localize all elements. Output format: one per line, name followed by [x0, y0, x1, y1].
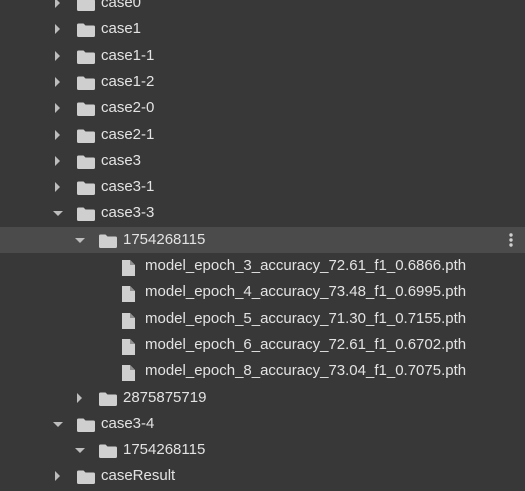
folder-icon — [76, 148, 96, 174]
file-label: model_epoch_4_accuracy_73.48_f1_0.6995.p… — [145, 283, 467, 301]
folder-row[interactable]: caseResult — [0, 463, 525, 489]
chevron-right-icon[interactable] — [50, 174, 66, 200]
folder-icon — [76, 95, 96, 121]
folder-label: 1754268115 — [123, 230, 206, 248]
chevron-right-icon[interactable] — [50, 69, 66, 95]
file-label: model_epoch_8_accuracy_73.04_f1_0.7075.p… — [145, 362, 467, 380]
chevron-right-icon[interactable] — [50, 16, 66, 42]
chevron-right-icon[interactable] — [50, 122, 66, 148]
folder-row[interactable]: case1-1 — [0, 43, 525, 69]
folder-icon — [76, 69, 96, 95]
folder-row[interactable]: case2-0 — [0, 95, 525, 121]
file-icon — [120, 358, 140, 384]
chevron-right-icon[interactable] — [50, 43, 66, 69]
file-row[interactable]: model_epoch_8_accuracy_73.04_f1_0.7075.p… — [0, 358, 525, 384]
file-row[interactable]: model_epoch_5_accuracy_71.30_f1_0.7155.p… — [0, 306, 525, 332]
file-label: model_epoch_6_accuracy_72.61_f1_0.6702.p… — [145, 335, 467, 353]
folder-label: case2-1 — [101, 125, 155, 143]
chevron-down-icon[interactable] — [72, 437, 88, 463]
file-row[interactable]: model_epoch_6_accuracy_72.61_f1_0.6702.p… — [0, 332, 525, 358]
file-icon — [120, 332, 140, 358]
more-vert-icon[interactable] — [505, 227, 521, 253]
folder-row[interactable]: case2-1 — [0, 122, 525, 148]
folder-label: 2875875719 — [123, 388, 207, 406]
folder-row[interactable]: 1754268115 — [0, 226, 525, 253]
folder-icon — [76, 16, 96, 42]
folder-label: case1-1 — [101, 46, 155, 64]
file-tree: case0 case1 case1-1 case1-2 case2-0 case2-1 ca… — [0, 0, 525, 491]
folder-icon — [76, 200, 96, 226]
folder-label: case3-4 — [101, 414, 155, 432]
file-icon — [120, 253, 140, 279]
folder-row[interactable]: case3-4 — [0, 411, 525, 437]
chevron-right-icon[interactable] — [50, 148, 66, 174]
chevron-right-icon[interactable] — [50, 95, 66, 121]
folder-icon — [76, 122, 96, 148]
file-label: model_epoch_3_accuracy_72.61_f1_0.6866.p… — [145, 257, 467, 274]
folder-icon — [76, 0, 96, 16]
chevron-right-icon[interactable] — [72, 385, 88, 411]
folder-icon — [98, 227, 118, 253]
chevron-right-icon[interactable] — [50, 463, 66, 489]
folder-row[interactable]: case3 — [0, 148, 525, 174]
folder-row[interactable]: case1-2 — [0, 69, 525, 95]
file-row[interactable]: model_epoch_4_accuracy_73.48_f1_0.6995.p… — [0, 279, 525, 305]
folder-label: case3 — [101, 151, 142, 169]
chevron-down-icon[interactable] — [72, 227, 88, 253]
file-row[interactable]: model_epoch_3_accuracy_72.61_f1_0.6866.p… — [0, 253, 525, 279]
folder-label: case1 — [101, 20, 142, 38]
file-icon — [120, 279, 140, 305]
folder-row[interactable]: case3-3 — [0, 200, 525, 226]
folder-row[interactable]: 1754268115 — [0, 437, 525, 463]
folder-icon — [76, 43, 96, 69]
folder-icon — [76, 411, 96, 437]
folder-row[interactable]: 2875875719 — [0, 385, 525, 411]
file-icon — [120, 306, 140, 332]
folder-icon — [98, 385, 118, 411]
folder-label: case3-3 — [101, 204, 155, 222]
file-label: model_epoch_5_accuracy_71.30_f1_0.7155.p… — [145, 309, 467, 327]
chevron-down-icon[interactable] — [50, 411, 66, 437]
chevron-right-icon[interactable] — [50, 0, 66, 16]
folder-row[interactable]: case0 — [0, 0, 525, 16]
folder-label: case1-2 — [101, 72, 155, 90]
folder-label: case3-1 — [101, 178, 155, 196]
folder-label: 1754268115 — [123, 441, 206, 459]
folder-icon — [76, 463, 96, 489]
folder-label: case2-0 — [101, 99, 155, 117]
folder-row[interactable]: case1 — [0, 16, 525, 42]
folder-label: case0 — [101, 0, 142, 11]
folder-label: caseResult — [101, 467, 176, 485]
folder-row[interactable]: case3-1 — [0, 174, 525, 200]
folder-icon — [76, 174, 96, 200]
folder-icon — [98, 437, 118, 463]
chevron-down-icon[interactable] — [50, 200, 66, 226]
